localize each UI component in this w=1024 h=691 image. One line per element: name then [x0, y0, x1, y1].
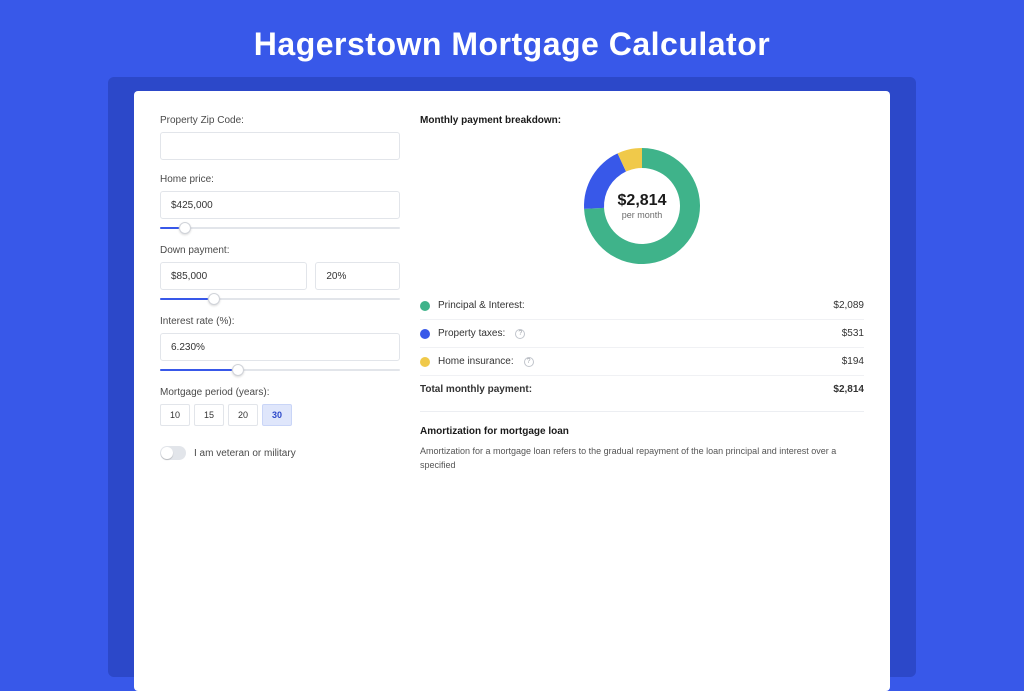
- page-title: Hagerstown Mortgage Calculator: [0, 0, 1024, 77]
- legend-value: $531: [842, 328, 864, 339]
- slider-thumb[interactable]: [208, 293, 220, 305]
- toggle-knob: [161, 447, 173, 459]
- content-band: Property Zip Code: Home price: Down paym…: [108, 77, 916, 677]
- breakdown-heading: Monthly payment breakdown:: [420, 115, 864, 126]
- period-option-15[interactable]: 15: [194, 404, 224, 426]
- slider-fill: [160, 227, 179, 229]
- price-slider[interactable]: [160, 221, 400, 235]
- slider-fill: [160, 298, 208, 300]
- legend-name: Principal & Interest:: [438, 300, 525, 311]
- dot-icon: [420, 357, 430, 367]
- donut-amount: $2,814: [618, 192, 667, 210]
- veteran-row: I am veteran or military: [160, 446, 400, 460]
- legend-row-insurance: Home insurance: ? $194: [420, 348, 864, 376]
- legend-value: $194: [842, 356, 864, 367]
- zip-input[interactable]: [160, 132, 400, 160]
- legend-row-principal: Principal & Interest: $2,089: [420, 292, 864, 320]
- amortization-section: Amortization for mortgage loan Amortizat…: [420, 411, 864, 472]
- period-option-30[interactable]: 30: [262, 404, 292, 426]
- form-column: Property Zip Code: Home price: Down paym…: [160, 115, 400, 667]
- breakdown-column: Monthly payment breakdown: $2,814 per mo…: [420, 115, 864, 667]
- legend-name: Total monthly payment:: [420, 384, 532, 395]
- dot-icon: [420, 329, 430, 339]
- zip-label: Property Zip Code:: [160, 115, 400, 126]
- legend-row-total: Total monthly payment: $2,814: [420, 376, 864, 403]
- rate-input[interactable]: [160, 333, 400, 361]
- down-amount-input[interactable]: [160, 262, 307, 290]
- down-slider[interactable]: [160, 292, 400, 306]
- info-icon[interactable]: ?: [524, 357, 534, 367]
- donut-sub: per month: [622, 210, 663, 220]
- rate-slider[interactable]: [160, 363, 400, 377]
- period-group: 10 15 20 30: [160, 404, 400, 426]
- legend-value: $2,814: [833, 384, 864, 395]
- veteran-label: I am veteran or military: [194, 448, 296, 459]
- period-option-20[interactable]: 20: [228, 404, 258, 426]
- donut-chart: $2,814 per month: [578, 142, 706, 270]
- legend-name: Home insurance:: [438, 356, 514, 367]
- rate-label: Interest rate (%):: [160, 316, 400, 327]
- slider-track: [160, 227, 400, 229]
- legend-name: Property taxes:: [438, 328, 505, 339]
- amort-heading: Amortization for mortgage loan: [420, 426, 864, 437]
- period-option-10[interactable]: 10: [160, 404, 190, 426]
- veteran-toggle[interactable]: [160, 446, 186, 460]
- down-percent-input[interactable]: [315, 262, 400, 290]
- info-icon[interactable]: ?: [515, 329, 525, 339]
- down-label: Down payment:: [160, 245, 400, 256]
- legend: Principal & Interest: $2,089 Property ta…: [420, 292, 864, 403]
- amort-body: Amortization for a mortgage loan refers …: [420, 445, 864, 472]
- price-label: Home price:: [160, 174, 400, 185]
- donut-container: $2,814 per month: [420, 138, 864, 288]
- calculator-card: Property Zip Code: Home price: Down paym…: [134, 91, 890, 691]
- slider-thumb[interactable]: [179, 222, 191, 234]
- slider-fill: [160, 369, 232, 371]
- slider-thumb[interactable]: [232, 364, 244, 376]
- period-label: Mortgage period (years):: [160, 387, 400, 398]
- legend-row-taxes: Property taxes: ? $531: [420, 320, 864, 348]
- dot-icon: [420, 301, 430, 311]
- donut-center: $2,814 per month: [578, 142, 706, 270]
- legend-value: $2,089: [833, 300, 864, 311]
- price-input[interactable]: [160, 191, 400, 219]
